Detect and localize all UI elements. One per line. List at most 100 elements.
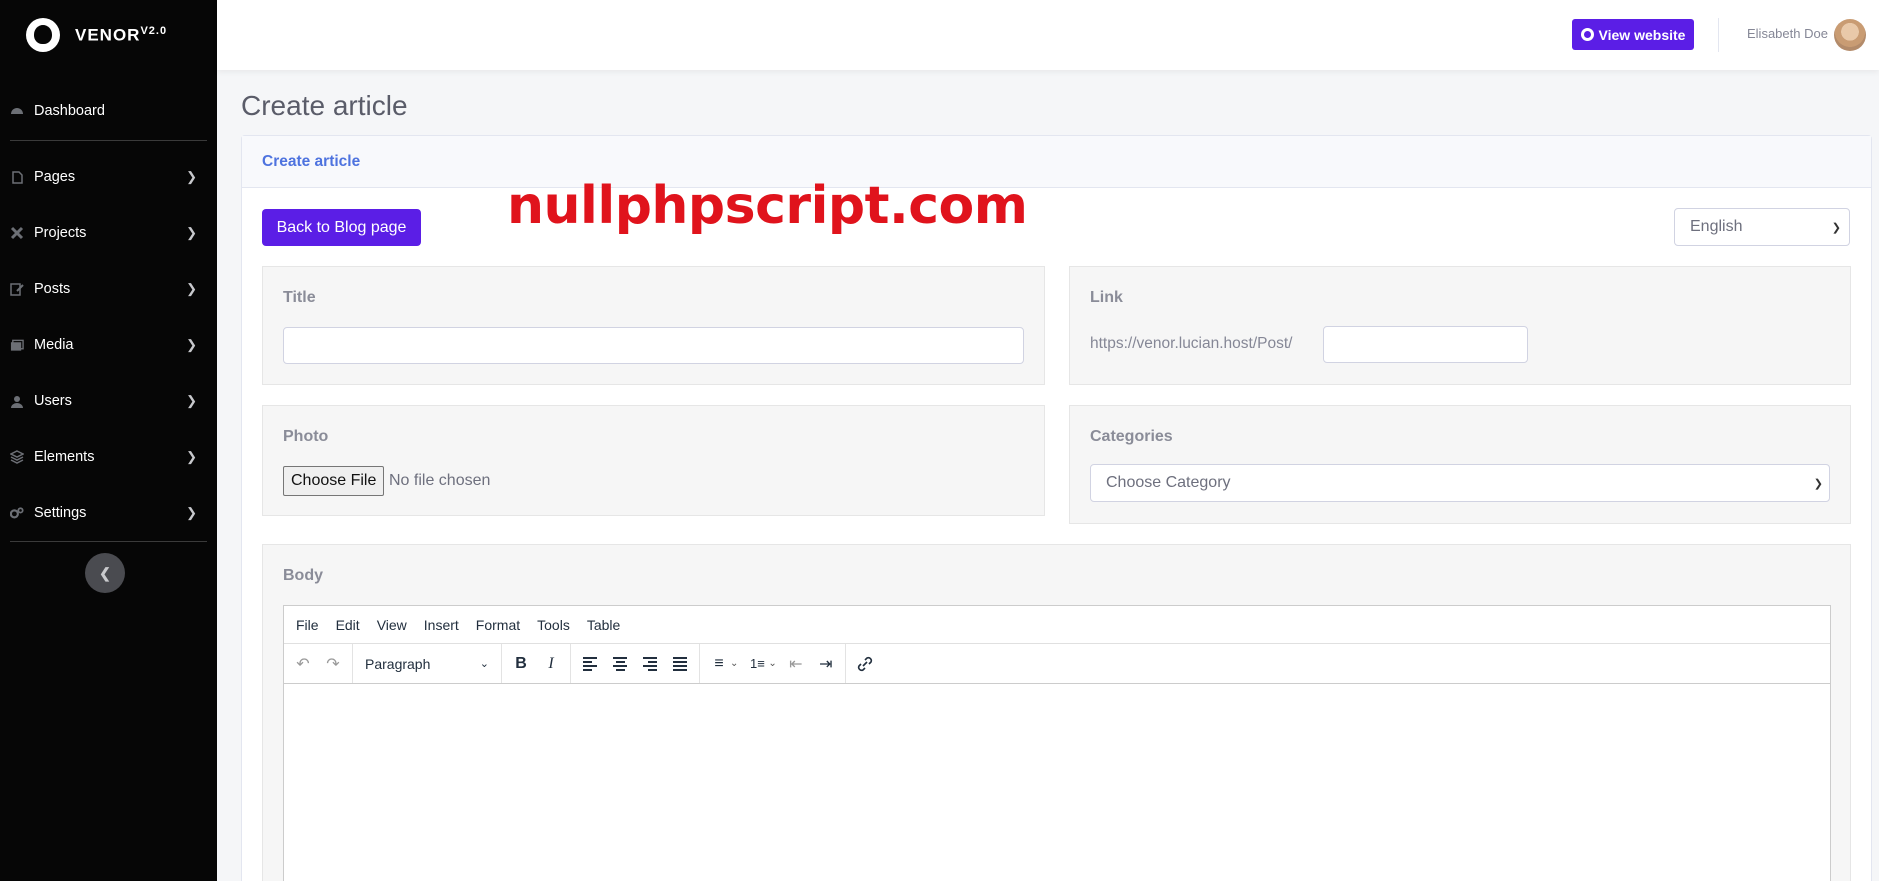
sidebar-item-settings[interactable]: Settings ❯ (0, 485, 217, 541)
link-panel: Link https://venor.lucian.host/Post/ (1069, 266, 1851, 385)
file-icon (10, 170, 24, 184)
brand-name: VENORV2.0 (75, 24, 168, 45)
globe-icon (1580, 28, 1594, 41)
chevron-right-icon: ❯ (186, 505, 197, 520)
italic-icon[interactable]: I (536, 649, 566, 679)
sidebar-item-pages[interactable]: Pages ❯ (0, 149, 217, 205)
align-left-icon[interactable] (575, 649, 605, 679)
photo-label: Photo (283, 428, 329, 445)
sidebar-item-label: Elements (34, 449, 95, 465)
sidebar-item-label: Media (34, 337, 74, 353)
topbar: View website Elisabeth Doe (217, 0, 1879, 70)
chevron-right-icon: ❯ (186, 337, 197, 352)
chevron-left-icon: ❮ (99, 564, 111, 581)
tools-icon (10, 226, 24, 240)
page-title: Create article (241, 90, 408, 121)
indent-icon[interactable]: ⇥ (811, 649, 841, 679)
sidebar-item-label: Dashboard (34, 103, 105, 119)
view-website-button[interactable]: View website (1572, 19, 1694, 50)
chevron-right-icon: ❯ (186, 449, 197, 464)
card-header: Create article (242, 136, 1871, 188)
menu-table[interactable]: Table (587, 617, 620, 633)
sidebar-item-dashboard[interactable]: Dashboard (0, 82, 217, 140)
sidebar-item-label: Posts (34, 281, 71, 297)
chevron-down-icon[interactable]: ⌄ (730, 658, 738, 669)
editor-menubar: File Edit View Insert Format Tools Table (284, 606, 1830, 644)
block-format-select[interactable]: Paragraph ⌄ (357, 656, 497, 672)
menu-file[interactable]: File (296, 617, 319, 633)
sidebar-item-users[interactable]: Users ❯ (0, 373, 217, 429)
bold-icon[interactable]: B (506, 649, 536, 679)
link-prefix: https://venor.lucian.host/Post/ (1090, 335, 1293, 352)
category-select[interactable]: Choose Category ❯ (1090, 464, 1830, 502)
watermark-text: nullphpscript.com (507, 176, 1028, 236)
sidebar-item-media[interactable]: Media ❯ (0, 317, 217, 373)
sidebar-item-label: Pages (34, 169, 76, 185)
images-icon (10, 338, 24, 352)
back-to-blog-button[interactable]: Back to Blog page (262, 209, 421, 246)
rich-text-editor: File Edit View Insert Format Tools Table… (283, 605, 1831, 881)
brand[interactable]: VENORV2.0 (0, 0, 217, 70)
sidebar-item-label: Projects (34, 225, 87, 241)
sidebar-item-label: Settings (34, 505, 87, 521)
language-select[interactable]: English ❯ (1674, 208, 1850, 246)
title-label: Title (283, 289, 316, 306)
body-panel: Body File Edit View Insert Format Tools … (262, 544, 1851, 881)
chevron-right-icon: ❯ (186, 169, 197, 184)
link-group (846, 644, 884, 683)
language-value: English (1690, 218, 1743, 235)
link-slug-input[interactable] (1323, 326, 1528, 363)
menu-format[interactable]: Format (476, 617, 520, 633)
create-article-card: Create article Back to Blog page nullphp… (241, 135, 1872, 881)
choose-file-button[interactable]: Choose File (283, 466, 385, 496)
user-name[interactable]: Elisabeth Doe (1747, 26, 1828, 41)
dashboard-icon (10, 104, 24, 118)
body-label: Body (283, 567, 323, 584)
chevron-right-icon: ❯ (186, 225, 197, 240)
align-justify-icon[interactable] (665, 649, 695, 679)
align-group (571, 644, 700, 683)
chevron-down-icon: ❯ (1831, 222, 1841, 234)
chevron-down-icon[interactable]: ⌄ (768, 658, 776, 669)
block-format-value: Paragraph (365, 655, 431, 672)
menu-tools[interactable]: Tools (537, 617, 570, 633)
sidebar-item-elements[interactable]: Elements ❯ (0, 429, 217, 485)
github-logo-icon (26, 18, 60, 52)
editor-toolbar: ↶ ↷ Paragraph ⌄ B I ≡ ⌄ 1≡ ⌄ ⇤ ⇥ (284, 644, 1830, 684)
link-icon[interactable] (850, 649, 880, 679)
sidebar-item-projects[interactable]: Projects ❯ (0, 205, 217, 261)
view-website-label: View website (1598, 26, 1686, 43)
cogs-icon (10, 506, 24, 520)
editor-content-area[interactable] (284, 684, 1830, 881)
avatar[interactable] (1834, 19, 1866, 51)
chevron-right-icon: ❯ (186, 393, 197, 408)
outdent-icon[interactable]: ⇤ (781, 649, 811, 679)
history-group: ↶ ↷ (284, 644, 353, 683)
link-label: Link (1090, 289, 1123, 306)
category-value: Choose Category (1106, 474, 1231, 491)
chevron-right-icon: ❯ (186, 281, 197, 296)
edit-icon (10, 282, 24, 296)
style-group: B I (502, 644, 571, 683)
menu-view[interactable]: View (377, 617, 407, 633)
categories-panel: Categories Choose Category ❯ (1069, 405, 1851, 524)
menu-insert[interactable]: Insert (424, 617, 459, 633)
layers-icon (10, 450, 24, 464)
redo-icon[interactable]: ↷ (318, 649, 348, 679)
chevron-down-icon: ❯ (1813, 478, 1823, 490)
format-group: Paragraph ⌄ (353, 644, 502, 683)
topbar-divider (1718, 18, 1719, 52)
sidebar-collapse-button[interactable]: ❮ (85, 553, 125, 593)
sidebar-item-posts[interactable]: Posts ❯ (0, 261, 217, 317)
menu-edit[interactable]: Edit (336, 617, 360, 633)
categories-label: Categories (1090, 428, 1173, 445)
align-right-icon[interactable] (635, 649, 665, 679)
align-center-icon[interactable] (605, 649, 635, 679)
user-icon (10, 394, 24, 408)
undo-icon[interactable]: ↶ (288, 649, 318, 679)
sidebar: VENORV2.0 Dashboard Pages ❯ Projects ❯ P… (0, 0, 217, 881)
title-input[interactable] (283, 327, 1024, 364)
list-group: ≡ ⌄ 1≡ ⌄ ⇤ ⇥ (700, 644, 846, 683)
photo-panel: Photo Choose File No file chosen (262, 405, 1045, 516)
chevron-down-icon: ⌄ (479, 658, 489, 670)
